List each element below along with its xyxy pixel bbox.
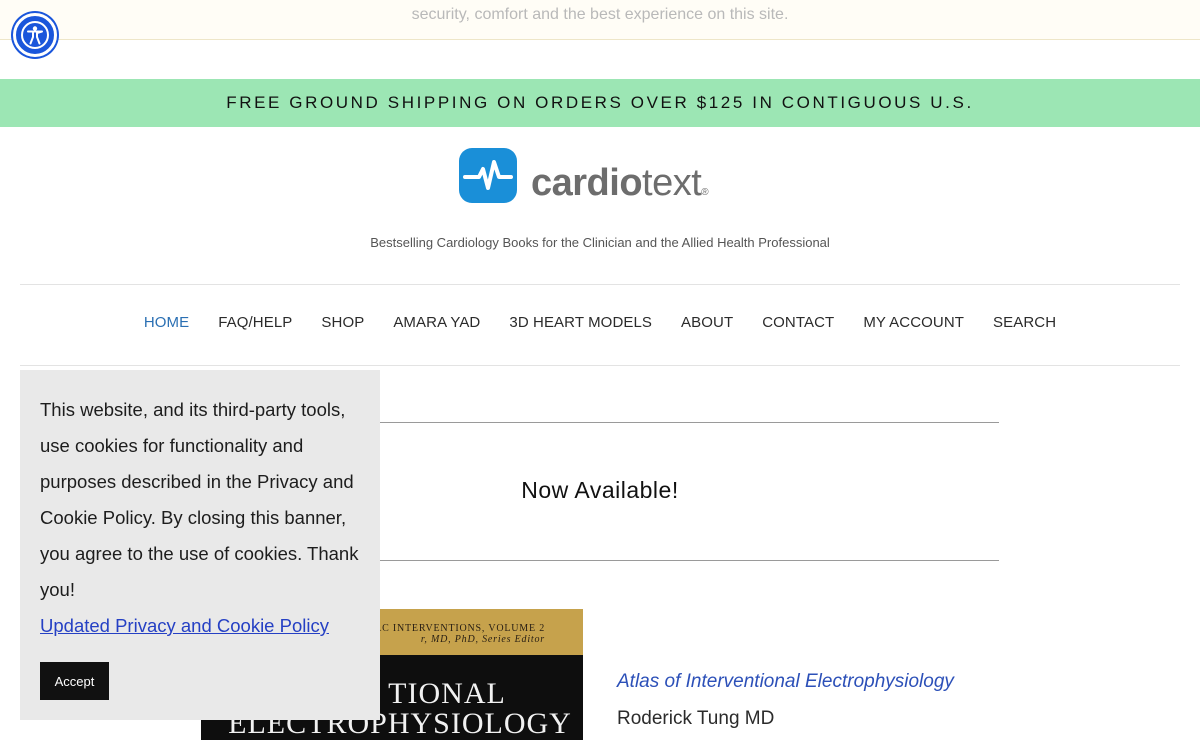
- nav-item-home[interactable]: HOME: [144, 314, 189, 331]
- site-tagline: Bestselling Cardiology Books for the Cli…: [370, 235, 830, 250]
- logo-regular-text: text: [642, 162, 702, 204]
- logo-bold-text: cardio: [531, 162, 643, 204]
- heartbeat-icon: [459, 148, 517, 203]
- nav-item-search[interactable]: SEARCH: [993, 314, 1056, 331]
- site-logo[interactable]: cardiotext®: [459, 146, 749, 206]
- accessibility-button[interactable]: [13, 13, 57, 57]
- nav-item-my-account[interactable]: MY ACCOUNT: [863, 314, 964, 331]
- accept-cookies-button[interactable]: Accept: [40, 662, 109, 700]
- shipping-banner: FREE GROUND SHIPPING ON ORDERS OVER $125…: [0, 79, 1200, 127]
- main-navigation: HOME FAQ/HELP SHOP AMARA YAD 3D HEART MO…: [0, 314, 1200, 331]
- notice-text: security, comfort and the best experienc…: [411, 6, 789, 23]
- cookie-consent-text: This website, and its third-party tools,…: [40, 399, 359, 600]
- trademark-symbol: ®: [701, 187, 709, 198]
- nav-item-amara-yad[interactable]: AMARA YAD: [393, 314, 480, 331]
- nav-divider-top: [20, 284, 1180, 285]
- accessibility-icon: [21, 21, 49, 49]
- logo-wordmark: cardiotext®: [531, 162, 709, 213]
- book-author: Roderick Tung MD: [617, 708, 775, 729]
- nav-item-shop[interactable]: SHOP: [321, 314, 364, 331]
- privacy-policy-link[interactable]: Updated Privacy and Cookie Policy: [40, 608, 329, 644]
- nav-divider-bottom: [20, 365, 1180, 366]
- nav-item-contact[interactable]: CONTACT: [762, 314, 834, 331]
- book-title-link[interactable]: Atlas of Interventional Electrophysiolog…: [617, 671, 954, 693]
- nav-item-3d-heart-models[interactable]: 3D HEART MODELS: [509, 314, 652, 331]
- nav-item-faq-help[interactable]: FAQ/HELP: [218, 314, 292, 331]
- cookie-notice-strip: security, comfort and the best experienc…: [0, 0, 1200, 40]
- shipping-banner-text: FREE GROUND SHIPPING ON ORDERS OVER $125…: [226, 93, 974, 112]
- cookie-consent-banner: This website, and its third-party tools,…: [20, 370, 380, 720]
- nav-item-about[interactable]: ABOUT: [681, 314, 733, 331]
